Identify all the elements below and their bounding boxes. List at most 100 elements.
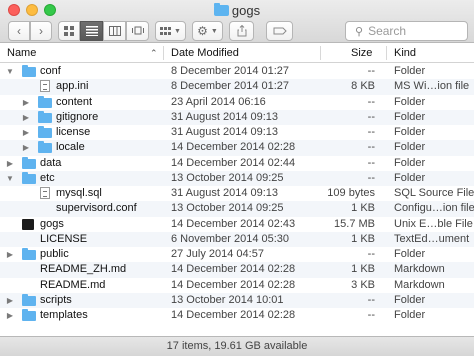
file-kind: Folder bbox=[394, 156, 426, 169]
file-row[interactable]: ▶ license 31 August 2014 09:13 -- Folder bbox=[0, 125, 474, 140]
file-name: README_ZH.md bbox=[40, 263, 127, 276]
file-date: 14 December 2014 02:28 bbox=[171, 141, 296, 154]
list-view-button[interactable] bbox=[80, 21, 103, 41]
column-divider[interactable] bbox=[320, 46, 321, 60]
kind-column-header[interactable]: Kind bbox=[394, 43, 416, 63]
file-date: 13 October 2014 09:25 bbox=[171, 171, 284, 184]
column-header: Name ⌃ Date Modified Size Kind bbox=[0, 43, 474, 63]
file-date: 27 July 2014 04:57 bbox=[171, 248, 264, 260]
file-kind: Folder bbox=[394, 95, 426, 108]
file-row[interactable]: LICENSE 6 November 2014 05:30 1 KB TextEd…u… bbox=[0, 231, 474, 247]
file-size: 1 KB bbox=[351, 263, 375, 276]
folder-icon bbox=[38, 110, 52, 123]
file-kind: MS Wi…ion file bbox=[394, 80, 470, 93]
coverflow-view-button[interactable] bbox=[126, 21, 149, 41]
file-date: 14 December 2014 02:28 bbox=[171, 309, 296, 321]
terminal-icon bbox=[22, 218, 34, 230]
folder-icon bbox=[38, 95, 52, 108]
file-name: conf bbox=[40, 65, 61, 77]
column-divider[interactable] bbox=[386, 46, 387, 60]
name-column-header[interactable]: Name bbox=[7, 43, 36, 63]
file-name: LICENSE bbox=[40, 232, 88, 245]
folder-icon bbox=[22, 65, 36, 77]
file-kind: Folder bbox=[394, 65, 426, 77]
document-icon bbox=[40, 80, 50, 93]
file-date: 14 December 2014 02:43 bbox=[171, 217, 296, 230]
file-kind: SQL Source File bbox=[394, 187, 474, 199]
file-list: ▼ conf 8 December 2014 01:27 -- Folder app.in… bbox=[0, 64, 474, 323]
sort-ascending-icon: ⌃ bbox=[150, 48, 158, 58]
disclosure-open-icon[interactable]: ▼ bbox=[5, 171, 15, 186]
file-row[interactable]: ▼ etc 13 October 2014 09:25 -- Folder bbox=[0, 170, 474, 186]
file-kind: Folder bbox=[394, 309, 426, 321]
file-row[interactable]: gogs 14 December 2014 02:43 15.7 MB Unix E…… bbox=[0, 217, 474, 232]
size-column-header[interactable]: Size bbox=[351, 43, 372, 63]
file-row[interactable]: ▶ scripts 13 October 2014 10:01 -- Folder bbox=[0, 292, 474, 308]
file-row[interactable]: ▶ public 27 July 2014 04:57 -- Folder bbox=[0, 247, 474, 262]
file-size: 1 KB bbox=[351, 202, 375, 215]
file-size: 8 KB bbox=[351, 80, 375, 93]
column-divider[interactable] bbox=[163, 46, 164, 60]
disclosure-closed-icon[interactable]: ▶ bbox=[5, 156, 15, 171]
column-view-button[interactable] bbox=[103, 21, 126, 41]
file-name: license bbox=[56, 126, 91, 138]
forward-button[interactable]: › bbox=[30, 21, 52, 41]
file-kind: Folder bbox=[394, 293, 426, 306]
back-button[interactable]: ‹ bbox=[8, 21, 30, 41]
window-title: gogs bbox=[0, 3, 474, 19]
edit-tags-button[interactable] bbox=[266, 21, 293, 41]
file-date: 14 December 2014 02:28 bbox=[171, 263, 296, 276]
disclosure-closed-icon[interactable]: ▶ bbox=[21, 110, 31, 125]
arrange-grid-icon bbox=[160, 26, 172, 35]
file-size: -- bbox=[367, 248, 375, 260]
file-kind: Unix E…ble File bbox=[394, 217, 473, 230]
disclosure-closed-icon[interactable]: ▶ bbox=[5, 247, 15, 262]
file-row[interactable]: README_ZH.md 14 December 2014 02:28 1 KB Ma… bbox=[0, 262, 474, 278]
file-name: app.ini bbox=[56, 80, 89, 93]
arrange-button[interactable]: ▼ bbox=[155, 21, 186, 41]
file-row[interactable]: README.md 14 December 2014 02:28 3 KB Markd… bbox=[0, 278, 474, 293]
file-date: 31 August 2014 09:13 bbox=[171, 110, 279, 123]
status-text: 17 items, 19.61 GB available bbox=[166, 340, 308, 352]
file-row[interactable]: ▼ conf 8 December 2014 01:27 -- Folder bbox=[0, 64, 474, 79]
search-field[interactable]: ⚲ Search bbox=[345, 21, 468, 41]
disclosure-closed-icon[interactable]: ▶ bbox=[21, 140, 31, 155]
file-name: data bbox=[40, 156, 62, 169]
file-row[interactable]: ▶ locale 14 December 2014 02:28 -- Folder bbox=[0, 140, 474, 156]
file-date: 8 December 2014 01:27 bbox=[171, 65, 290, 77]
folder-icon bbox=[22, 171, 36, 184]
file-row[interactable]: ▶ data 14 December 2014 02:44 -- Folder bbox=[0, 156, 474, 171]
disclosure-closed-icon[interactable]: ▶ bbox=[5, 308, 15, 323]
file-size: -- bbox=[367, 171, 375, 184]
disclosure-closed-icon[interactable]: ▶ bbox=[5, 293, 15, 308]
file-name: public bbox=[40, 248, 69, 260]
file-kind: Folder bbox=[394, 110, 426, 123]
file-row[interactable]: supervisord.conf 13 October 2014 09:25 1 K… bbox=[0, 201, 474, 217]
file-size: -- bbox=[367, 156, 375, 169]
file-row[interactable]: app.ini 8 December 2014 01:27 8 KB MS Wi…io… bbox=[0, 79, 474, 95]
file-date: 13 October 2014 10:01 bbox=[171, 293, 284, 306]
file-name: locale bbox=[56, 141, 85, 154]
file-size: 1 KB bbox=[351, 232, 375, 245]
status-bar: 17 items, 19.61 GB available bbox=[0, 336, 474, 356]
file-size: 3 KB bbox=[351, 278, 375, 291]
file-row[interactable]: ▶ gitignore 31 August 2014 09:13 -- Folder bbox=[0, 109, 474, 125]
disclosure-closed-icon[interactable]: ▶ bbox=[21, 95, 31, 110]
chevron-left-icon: ‹ bbox=[17, 24, 21, 38]
chevron-down-icon: ▼ bbox=[174, 27, 181, 35]
date-column-header[interactable]: Date Modified bbox=[171, 43, 239, 63]
icon-view-button[interactable] bbox=[58, 21, 80, 41]
file-row[interactable]: ▶ content 23 April 2014 06:16 -- Folder bbox=[0, 95, 474, 110]
file-kind: Folder bbox=[394, 126, 426, 138]
share-button[interactable] bbox=[229, 21, 254, 41]
disclosure-closed-icon[interactable]: ▶ bbox=[21, 125, 31, 140]
disclosure-open-icon[interactable]: ▼ bbox=[5, 64, 15, 79]
coverflow-view-icon bbox=[131, 26, 144, 35]
file-row[interactable]: ▶ templates 14 December 2014 02:28 -- Folder bbox=[0, 308, 474, 323]
file-row[interactable]: mysql.sql 31 August 2014 09:13 109 bytes SQ… bbox=[0, 186, 474, 201]
search-placeholder: Search bbox=[368, 24, 407, 38]
file-size: 109 bytes bbox=[327, 187, 375, 199]
action-button[interactable]: ⚙ ▼ bbox=[192, 21, 223, 41]
file-name: mysql.sql bbox=[56, 187, 102, 199]
tag-icon bbox=[273, 27, 287, 35]
